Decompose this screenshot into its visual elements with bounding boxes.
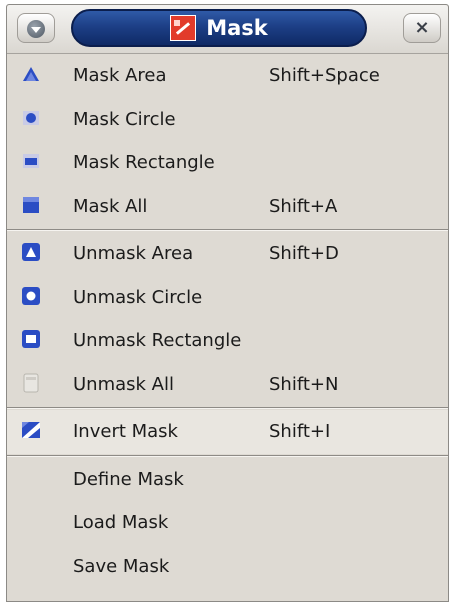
menu-separator [7, 454, 448, 457]
menu-item-label: Invert Mask [73, 421, 178, 443]
unmask-area-icon [22, 243, 40, 261]
menu-item-mask-circle[interactable]: Mask Circle [7, 98, 448, 142]
window-title-pill: Mask [71, 9, 367, 47]
menu-item-label: Mask Circle [73, 108, 176, 130]
unmask-circle-icon [22, 286, 40, 305]
mask-circle-icon [23, 110, 39, 125]
window-menu-button[interactable] [17, 13, 55, 43]
close-icon: × [414, 17, 430, 38]
menu-item-shortcut: Shift+I [269, 421, 331, 443]
menu-item-label: Mask Rectangle [73, 152, 215, 174]
unmask-all-icon [23, 373, 39, 392]
menu-item-label: Unmask Rectangle [73, 330, 242, 352]
close-button[interactable]: × [403, 13, 441, 43]
menu-item-mask-area[interactable]: Mask Area Shift+Space [7, 54, 448, 98]
mask-menu: Mask Area Shift+Space Mask Circle Mask R… [7, 54, 448, 588]
menu-item-shortcut: Shift+N [269, 373, 339, 395]
window-title: Mask [206, 16, 268, 40]
title-bar: Mask × [7, 5, 448, 54]
menu-item-save-mask[interactable]: Save Mask [7, 545, 448, 589]
menu-item-mask-all[interactable]: Mask All Shift+A [7, 185, 448, 229]
menu-item-unmask-area[interactable]: Unmask Area Shift+D [7, 232, 448, 276]
mask-menu-window: Mask × Mask Area Shift+Space Mask Circle [6, 4, 449, 602]
menu-item-invert-mask[interactable]: Invert Mask Shift+I [7, 410, 448, 454]
menu-item-label: Unmask Circle [73, 286, 203, 308]
menu-item-label: Save Mask [73, 555, 170, 577]
mask-app-icon [170, 15, 197, 41]
menu-item-unmask-all[interactable]: Unmask All Shift+N [7, 363, 448, 407]
menu-item-unmask-rectangle[interactable]: Unmask Rectangle [7, 319, 448, 363]
menu-separator [7, 407, 448, 409]
menu-item-load-mask[interactable]: Load Mask [7, 501, 448, 545]
menu-item-label: Load Mask [73, 512, 169, 534]
invert-mask-icon [22, 422, 40, 438]
menu-item-label: Mask Area [73, 65, 167, 87]
menu-item-label: Mask All [73, 195, 148, 217]
menu-item-shortcut: Shift+D [269, 243, 339, 265]
mask-all-icon [23, 196, 39, 213]
unmask-rectangle-icon [22, 330, 40, 348]
menu-item-label: Unmask All [73, 373, 174, 395]
menu-item-unmask-circle[interactable]: Unmask Circle [7, 276, 448, 320]
menu-item-label: Unmask Area [73, 243, 194, 265]
mask-rectangle-icon [23, 154, 39, 168]
menu-item-label: Define Mask [73, 468, 184, 490]
menu-separator [7, 229, 448, 231]
menu-item-define-mask[interactable]: Define Mask [7, 458, 448, 502]
menu-item-shortcut: Shift+Space [269, 65, 380, 87]
menu-item-shortcut: Shift+A [269, 195, 338, 217]
menu-item-mask-rectangle[interactable]: Mask Rectangle [7, 141, 448, 185]
mask-area-icon [23, 67, 39, 81]
chevron-down-icon [27, 20, 45, 38]
